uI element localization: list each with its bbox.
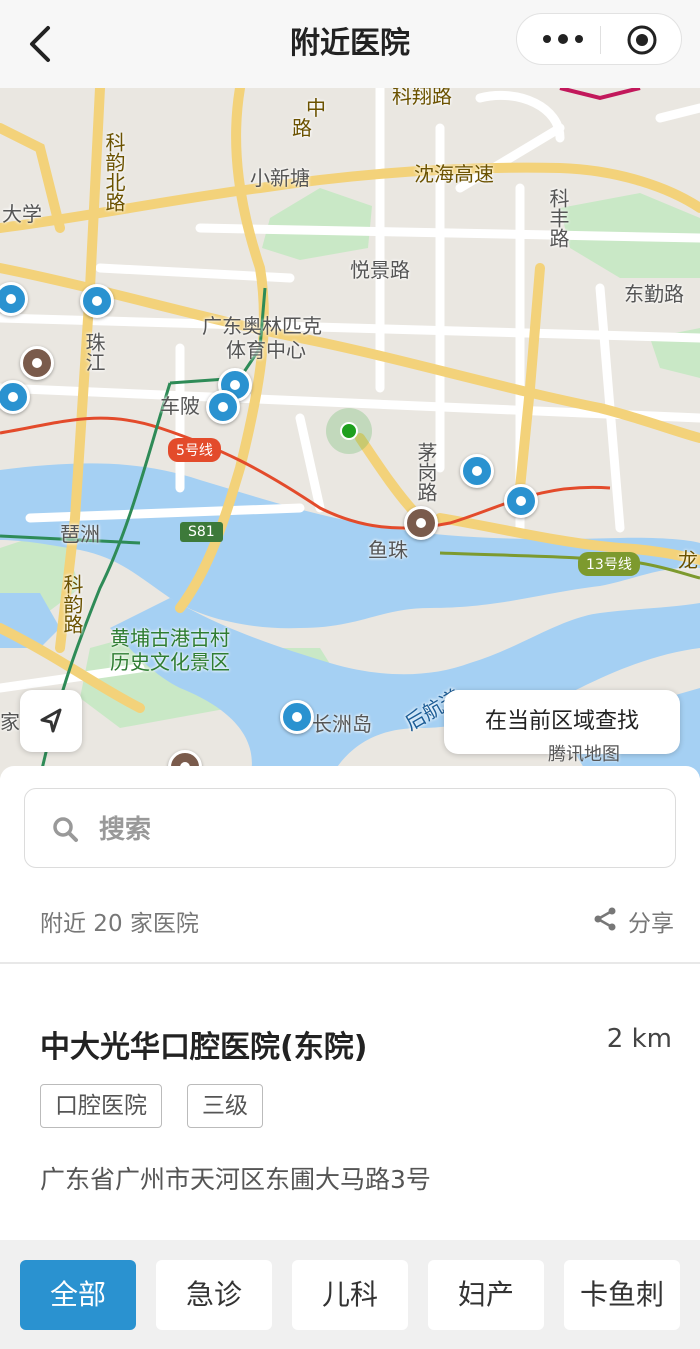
mini-program-capsule xyxy=(516,13,682,65)
hospital-pin[interactable] xyxy=(404,506,438,540)
map-label-chepi: 车陂 xyxy=(160,394,200,418)
map-label-olympic-2: 体育中心 xyxy=(226,338,306,362)
map-label-lu: 路 xyxy=(292,116,312,140)
map-label-changzhou: 长洲岛 xyxy=(312,712,372,736)
hospital-pin[interactable] xyxy=(504,484,538,518)
nav-bar: 附近医院 xyxy=(0,0,700,88)
hospital-pin[interactable] xyxy=(280,700,314,734)
hospital-address: 广东省广州市天河区东圃大马路3号 xyxy=(40,1165,431,1194)
hospital-pin[interactable] xyxy=(20,346,54,380)
map-label-keyun: 科韵路 xyxy=(60,574,84,634)
search-box[interactable] xyxy=(24,788,676,868)
category-obstetrics[interactable]: 妇产 xyxy=(428,1260,544,1330)
map-label-jia: 家 xyxy=(0,710,20,734)
locate-arrow-icon xyxy=(40,708,62,733)
hospital-name: 中大光华口腔医院(东院) xyxy=(40,1030,368,1065)
capsule-divider xyxy=(600,26,601,54)
map-label-maogang: 茅岗路 xyxy=(414,442,438,502)
hospital-pin[interactable] xyxy=(80,284,114,318)
metro-line-13-badge: 13号线 xyxy=(578,552,640,576)
locate-button[interactable] xyxy=(20,690,82,752)
map-label-xiaoxintang: 小新塘 xyxy=(250,166,310,190)
category-bar: 全部 急诊 儿科 妇产 卡鱼刺 xyxy=(0,1240,700,1349)
search-icon xyxy=(53,817,78,842)
map-label-yuejing: 悦景路 xyxy=(350,258,410,282)
share-label: 分享 xyxy=(628,911,674,937)
map-label-kexiu: 科韵北路 xyxy=(102,132,126,212)
hospital-pin[interactable] xyxy=(460,454,494,488)
map-label-huangpu-2: 历史文化景区 xyxy=(110,650,230,674)
map-label-pazhou: 琶洲 xyxy=(60,522,100,546)
hospital-tag: 口腔医院 xyxy=(40,1084,162,1128)
category-fishbone[interactable]: 卡鱼刺 xyxy=(564,1260,680,1330)
map-label-yuzhu: 鱼珠 xyxy=(368,538,408,562)
highway-s81-badge: S81 xyxy=(180,522,223,542)
category-emergency[interactable]: 急诊 xyxy=(156,1260,272,1330)
map-view[interactable]: 科韵北路 小新塘 沈海高速 大学 悦景路 科丰路 东勤路 广东奥林匹克 体育中心… xyxy=(0,88,700,778)
hospital-distance: 2 km xyxy=(606,1024,672,1054)
hospital-pin[interactable] xyxy=(206,390,240,424)
more-dots-icon[interactable] xyxy=(539,29,587,49)
divider xyxy=(0,962,700,964)
map-label-shenhai: 沈海高速 xyxy=(414,162,494,186)
close-target-icon[interactable] xyxy=(625,23,659,57)
current-location-marker xyxy=(326,408,372,454)
map-label-zhujiang: 珠江 xyxy=(82,332,106,372)
search-input[interactable] xyxy=(97,807,641,853)
category-all[interactable]: 全部 xyxy=(20,1260,136,1330)
hospital-tag: 三级 xyxy=(187,1084,263,1128)
map-label-kefeng: 科丰路 xyxy=(546,188,570,248)
hospital-list-sheet: 附近 20 家医院 分享 中大光华口腔医院(东院) 2 km 口腔医院 三级 广… xyxy=(0,766,700,1240)
category-pediatrics[interactable]: 儿科 xyxy=(292,1260,408,1330)
map-label-daxue: 大学 xyxy=(2,202,42,226)
map-label-kexiang: 科翔路 xyxy=(392,88,452,108)
map-logo: 腾讯地图 xyxy=(548,744,620,765)
share-icon xyxy=(594,907,616,931)
nearby-count: 附近 20 家医院 xyxy=(40,911,199,937)
map-label-dongqin: 东勤路 xyxy=(624,282,684,306)
metro-line-5-badge: 5号线 xyxy=(168,438,221,462)
map-label-long: 龙 xyxy=(678,548,698,572)
